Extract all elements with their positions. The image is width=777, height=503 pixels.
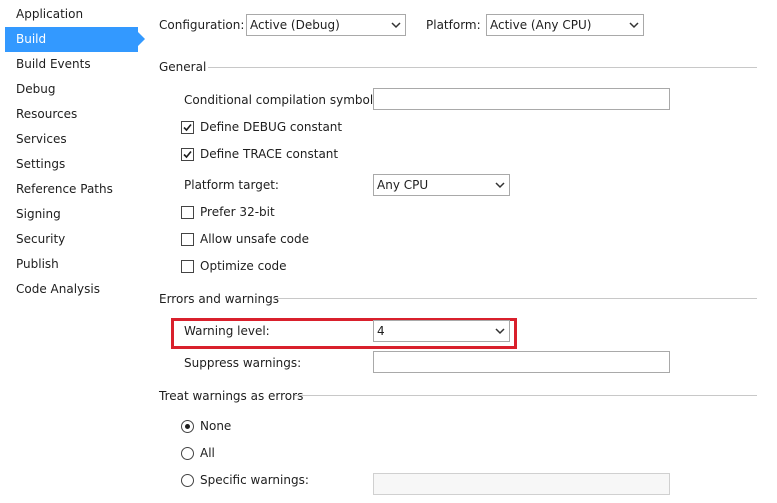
platform-dropdown[interactable]: Active (Any CPU) [486, 14, 644, 36]
sidebar-item-label: Settings [16, 157, 66, 171]
sidebar-item-security[interactable]: Security [5, 227, 138, 252]
sidebar-item-label: Application [16, 7, 84, 21]
checkbox-box [181, 233, 194, 246]
platform-target-dropdown[interactable]: Any CPU [373, 174, 510, 196]
sidebar-item-label: Services [16, 132, 67, 146]
prefer-32bit-label: Prefer 32-bit [200, 205, 275, 219]
sidebar-item-build[interactable]: Build [5, 27, 145, 52]
sidebar-item-settings[interactable]: Settings [5, 152, 138, 177]
sidebar-item-reference-paths[interactable]: Reference Paths [5, 177, 138, 202]
sidebar-item-label: Build Events [16, 57, 91, 71]
specific-warnings-input [373, 473, 670, 495]
radio-label: All [200, 446, 215, 460]
configuration-value: Active (Debug) [250, 18, 340, 32]
section-divider [295, 395, 757, 396]
radio-indicator [181, 474, 194, 487]
chevron-down-icon [391, 22, 401, 29]
suppress-warnings-input[interactable] [373, 351, 670, 373]
sidebar-item-label: Security [16, 232, 66, 246]
section-title-general: General [159, 60, 207, 74]
sidebar-item-label: Signing [16, 207, 61, 221]
platform-target-value: Any CPU [377, 178, 429, 192]
checkbox-box [181, 148, 194, 161]
chevron-down-icon [629, 22, 639, 29]
checkbox-box [181, 260, 194, 273]
checkmark-icon [183, 150, 192, 159]
sidebar-item-resources[interactable]: Resources [5, 102, 138, 127]
sidebar-item-application[interactable]: Application [5, 2, 138, 27]
checkbox-box [181, 206, 194, 219]
sidebar-item-label: Resources [16, 107, 78, 121]
platform-target-label: Platform target: [184, 178, 279, 192]
section-divider [273, 298, 757, 299]
radio-indicator [181, 447, 194, 460]
sidebar-item-label: Build [16, 32, 47, 46]
checkmark-icon [183, 123, 192, 132]
suppress-warnings-label: Suppress warnings: [184, 356, 302, 370]
sidebar-item-label: Publish [16, 257, 59, 271]
sidebar-item-label: Debug [16, 82, 56, 96]
optimize-code-label: Optimize code [200, 259, 287, 273]
warning-level-label: Warning level: [184, 324, 270, 338]
radio-selected-indicator [181, 420, 194, 433]
sidebar-item-code-analysis[interactable]: Code Analysis [5, 277, 138, 302]
checkbox-box [181, 121, 194, 134]
warning-level-dropdown[interactable]: 4 [373, 320, 510, 342]
radio-label: Specific warnings: [200, 473, 309, 487]
configuration-dropdown[interactable]: Active (Debug) [246, 14, 406, 36]
conditional-symbols-input[interactable] [373, 88, 670, 110]
define-trace-label: Define TRACE constant [200, 147, 339, 161]
sidebar-item-build-events[interactable]: Build Events [5, 52, 138, 77]
section-title-treat-warnings: Treat warnings as errors [159, 389, 304, 403]
project-properties-sidebar: Application Build Build Events Debug Res… [0, 0, 150, 503]
platform-value: Active (Any CPU) [490, 18, 592, 32]
chevron-down-icon [495, 328, 505, 335]
warning-level-value: 4 [377, 324, 385, 338]
conditional-symbols-label: Conditional compilation symbols: [184, 93, 384, 107]
sidebar-item-signing[interactable]: Signing [5, 202, 138, 227]
sidebar-item-label: Reference Paths [16, 182, 113, 196]
configuration-label: Configuration: [159, 18, 245, 32]
section-divider [208, 67, 757, 68]
define-debug-label: Define DEBUG constant [200, 120, 343, 134]
section-title-errors-warnings: Errors and warnings [159, 292, 280, 306]
radio-label: None [200, 419, 232, 433]
chevron-down-icon [495, 182, 505, 189]
sidebar-item-debug[interactable]: Debug [5, 77, 138, 102]
platform-label: Platform: [426, 18, 481, 32]
sidebar-item-label: Code Analysis [16, 282, 100, 296]
allow-unsafe-label: Allow unsafe code [200, 232, 310, 246]
sidebar-item-publish[interactable]: Publish [5, 252, 138, 277]
sidebar-item-services[interactable]: Services [5, 127, 138, 152]
